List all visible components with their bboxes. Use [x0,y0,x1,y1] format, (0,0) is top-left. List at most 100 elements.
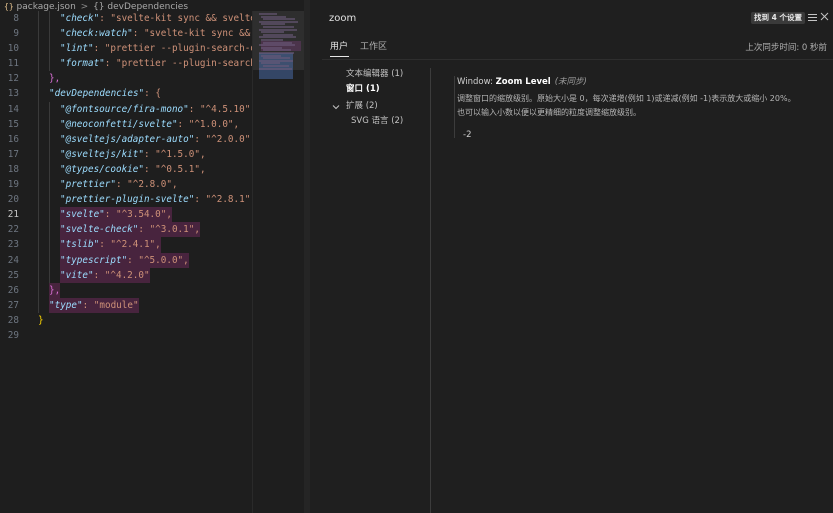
json-key: "@types/cookie" [60,163,144,175]
line-number: 10 [7,43,19,55]
code-line[interactable]: 29 [0,328,252,343]
code-line[interactable]: 15 "@neoconfetti/svelte": "^1.0.0", [0,116,252,132]
indent-guide [38,297,39,313]
indent-guide [38,56,39,72]
json-value: : "^4.2.0" [93,269,150,281]
indent-guide [49,267,50,283]
code-line[interactable]: 19 "prettier": "^2.8.0", [0,177,252,193]
line-text: } [38,313,44,328]
line-number: 16 [7,133,19,145]
setting-name: Zoom Level [495,77,551,87]
line-number: 24 [7,254,19,266]
sync-status: 上次同步时间: 0 秒前 [745,43,827,53]
code-line[interactable]: 23 "tslib": "^2.4.1", [0,237,252,253]
settings-search-input[interactable] [322,8,742,28]
line-text: }, [49,282,61,298]
clear-search-icon[interactable] [819,11,830,22]
json-key: "@fontsource/fira-mono" [60,103,189,115]
setting-title: Window: Zoom Level (未同步) [457,76,587,88]
toc-item-window[interactable]: 窗口 (1) [346,83,380,95]
code-line[interactable]: 26}, [0,282,252,298]
chevron-down-icon[interactable] [332,103,340,111]
indent-guide [49,237,50,253]
code-line[interactable]: 8 "check": "svelte-kit sync && svelte- [0,11,262,27]
indent-guide [38,146,39,162]
line-text: "@sveltejs/kit": "^1.5.0", [60,147,206,162]
indent-guide [38,282,39,298]
code-line[interactable]: 13 "devDependencies": { [0,86,252,102]
toc-item-extensions[interactable]: 扩展 (2) [346,100,378,112]
json-value: : "prettier --plugin-search-di [93,43,262,55]
toc-item-svg-language[interactable]: SVG 语言 (2) [351,115,403,127]
code-editor[interactable]: {} package.json > {} devDependencies 8 "c… [0,0,310,513]
code-line[interactable]: 21 "svelte": "^3.54.0", [0,207,252,223]
indent-guide [49,101,50,117]
json-key: "format" [60,58,105,70]
code-line[interactable]: 22 "svelte-check": "^3.0.1", [0,222,252,238]
line-text: "@neoconfetti/svelte": "^1.0.0", [60,117,239,132]
line-number: 15 [7,118,19,130]
line-number: 20 [7,194,19,206]
code-line[interactable]: 16 "@sveltejs/adapter-auto": "^2.0.0", [0,131,256,147]
indent-guide [49,116,50,132]
code-line[interactable]: 18 "@types/cookie": "^0.5.1", [0,161,252,178]
indent-guide [38,161,39,178]
json-file-icon: {} [4,2,14,11]
json-key: "type" [49,299,83,311]
indent-guide [49,11,50,27]
filter-icon[interactable] [807,12,818,23]
line-text: "prettier-plugin-svelte": "^2.8.1", [60,192,256,207]
setting-list: Window: Zoom Level (未同步) 调整窗口的缩放级别。原始大小是 … [430,68,833,513]
json-key: "prettier" [60,179,116,191]
code-line[interactable]: 25 "vite": "^4.2.0" [0,267,252,283]
indent-guide [38,192,39,208]
json-bracket: }, [49,73,61,85]
indent-guide [38,101,39,117]
line-number: 17 [7,148,19,160]
line-number: 27 [7,299,19,311]
active-tab-indicator [330,56,349,57]
code-line[interactable]: 12}, [0,71,252,87]
code-line[interactable]: 24 "typescript": "^5.0.0", [0,252,252,268]
line-text: "@sveltejs/adapter-auto": "^2.0.0", [60,132,256,147]
json-key: "vite" [60,269,94,281]
line-text: "check": "svelte-kit sync && svelte- [60,11,262,26]
json-value: : "svelte-kit sync && s [132,28,262,40]
settings-editor: 找到 4 个设置 用户 工作区 上次同步时间: 0 秒前 文本编辑器 (1) 窗… [310,0,833,513]
zoom-level-input[interactable] [463,128,503,142]
json-key: "svelte-check" [60,224,139,236]
code-line[interactable]: 14 "@fontsource/fira-mono": "^4.5.10", [0,101,256,117]
code-line[interactable]: 20 "prettier-plugin-svelte": "^2.8.1", [0,192,256,208]
json-value: : "prettier --plugin-search- [104,58,262,70]
json-value: : "^4.5.10", [188,103,256,115]
line-text: "devDependencies": { [49,86,161,101]
tab-workspace[interactable]: 工作区 [360,40,387,54]
indent-guide [38,11,39,27]
code-line[interactable]: 27 "type": "module" [0,297,252,313]
indent-guide [38,131,39,147]
setting-sync-tag: (未同步) [554,77,587,87]
code-line[interactable]: 9 "check:watch": "svelte-kit sync && s [0,26,262,42]
tab-user[interactable]: 用户 [330,40,348,54]
code-line[interactable]: 10 "lint": "prettier --plugin-search-di [0,41,262,57]
indent-guide [49,56,50,72]
json-value: : "^2.8.0", [115,179,178,191]
code-line[interactable]: 17 "@sveltejs/kit": "^1.5.0", [0,146,252,162]
line-number: 22 [7,224,19,236]
json-value: : "svelte-kit sync && svelte- [99,13,262,24]
code-line[interactable]: 11 "format": "prettier --plugin-search- [0,56,262,72]
indent-guide [49,146,50,162]
indent-guide [49,161,50,178]
code-line[interactable]: 28} [0,313,252,328]
json-value: : "^2.8.1", [194,194,256,206]
setting-focus-bar [454,76,455,138]
indent-guide [49,207,50,223]
indent-guide [38,71,39,87]
json-key: "@sveltejs/adapter-auto" [60,133,195,145]
indent-guide [49,192,50,208]
indent-guide [49,41,50,57]
minimap[interactable] [252,11,310,513]
code-lines[interactable]: 8 "check": "svelte-kit sync && svelte- 9 "c… [0,11,262,343]
line-text: "tslib": "^2.4.1", [60,237,161,253]
toc-item-text-editor[interactable]: 文本编辑器 (1) [346,68,403,80]
